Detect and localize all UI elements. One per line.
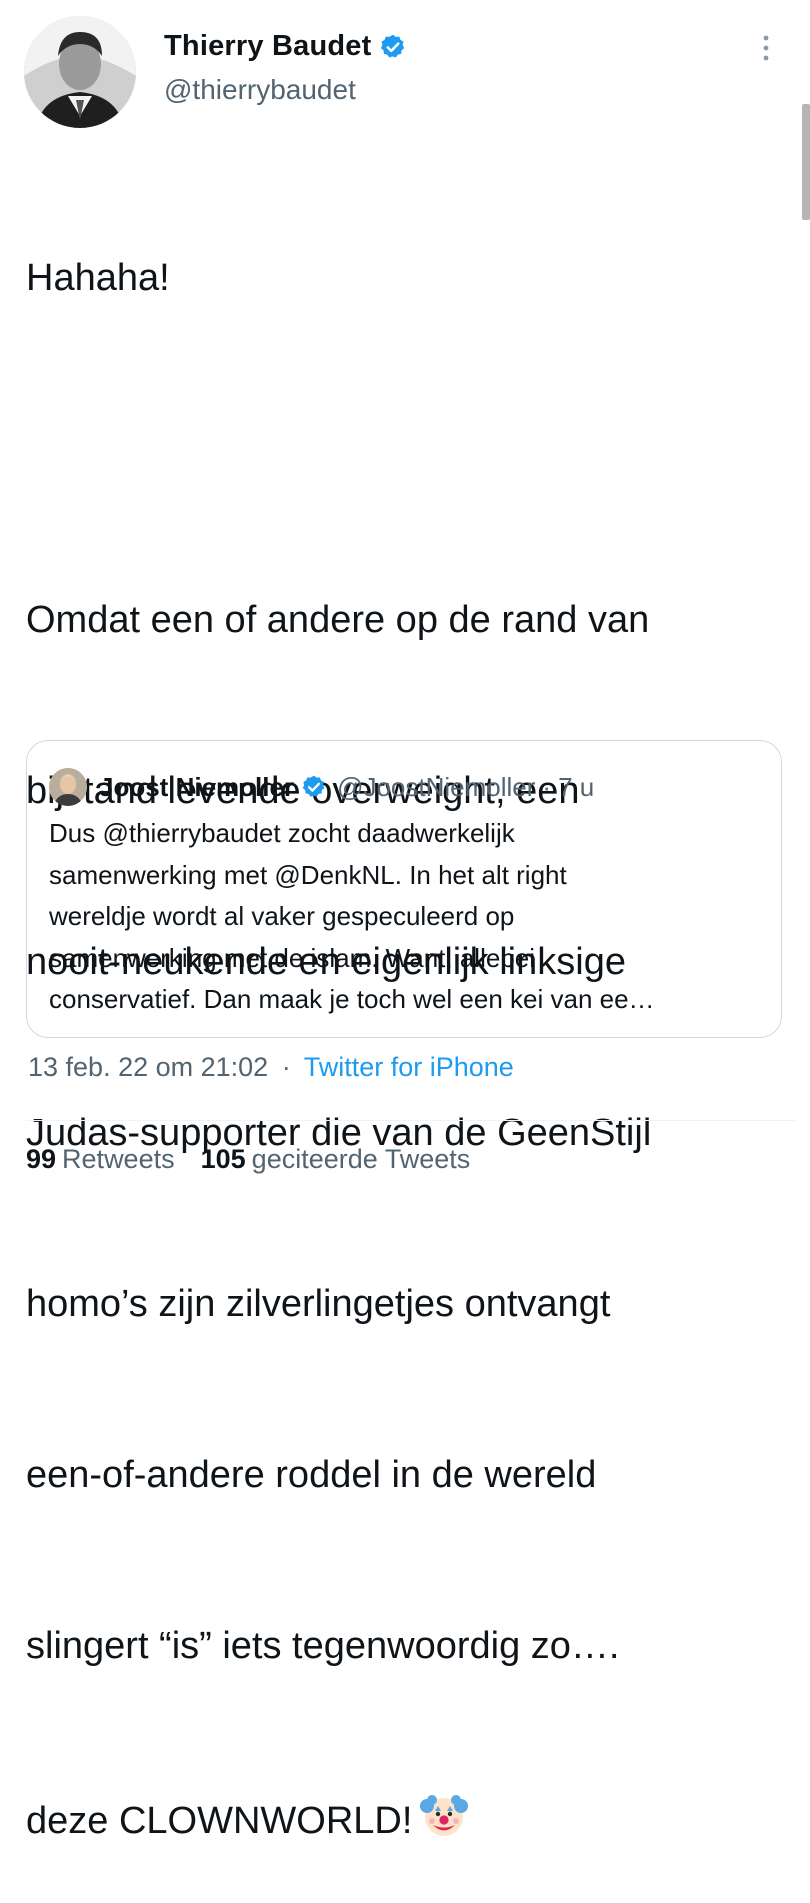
quoted-text-line: conservatief. Dan maak je toch wel een k… xyxy=(49,984,655,1014)
quoted-text-line: Dus @thierrybaudet zocht daadwerkelijk xyxy=(49,818,515,848)
quoted-author-name[interactable]: Joost Niemoller xyxy=(99,772,294,803)
quoted-tweet-time[interactable]: 7 u xyxy=(558,772,594,803)
quote-tweets-count: 105 xyxy=(200,1144,246,1174)
quoted-text-line: samenwerking met @DenkNL. In het alt rig… xyxy=(49,859,567,890)
tweet-text-line: Hahaha! xyxy=(26,257,170,299)
tweet-text-line xyxy=(26,421,796,478)
quote-tweets-label: geciteerde Tweets xyxy=(251,1144,471,1174)
separator-dot: · xyxy=(281,1052,291,1082)
tweet-timestamp[interactable]: 13 feb. 22 om 21:02 xyxy=(28,1052,268,1082)
retweets-count: 99 xyxy=(26,1144,57,1174)
quoted-author-avatar[interactable] xyxy=(49,768,87,806)
tweet-text-line: slingert “is” iets tegenwoordig zo…. xyxy=(26,1625,620,1667)
quoted-author-handle[interactable]: @JoostNiemoller xyxy=(337,772,535,803)
author-avatar[interactable] xyxy=(24,16,136,128)
quoted-tweet-text: Dus @thierrybaudet zocht daadwerkelijk s… xyxy=(49,813,769,1021)
tweet-header: Thierry Baudet @thierrybaudet xyxy=(24,16,794,128)
verified-badge-icon xyxy=(381,34,405,57)
tweet-text-line: een-of-andere roddel in de wereld xyxy=(26,1454,597,1496)
quoted-text-line: wereldje wordt al vaker gespeculeerd op xyxy=(49,901,515,931)
avatar-photo-icon xyxy=(24,16,136,128)
tweet-source-link[interactable]: Twitter for iPhone xyxy=(304,1052,514,1082)
author-name-row: Thierry Baudet xyxy=(164,30,407,63)
tweet-text-line: Omdat een of andere op de rand van xyxy=(26,599,650,641)
scrollbar[interactable] xyxy=(802,104,810,220)
tweet-meta: 13 feb. 22 om 21:02 · Twitter for iPhone xyxy=(28,1052,514,1083)
author-handle[interactable]: @thierrybaudet xyxy=(164,74,356,106)
separator-dot: · xyxy=(542,771,552,802)
tweet-text-line: homo’s zijn zilverlingetjes ontvangt xyxy=(26,1283,611,1325)
verified-badge-icon xyxy=(302,775,325,797)
quoted-tweet-header: Joost Niemoller @JoostNiemoller · 7 u xyxy=(49,767,594,807)
tweet-stats: 99 Retweets 105 geciteerde Tweets xyxy=(26,1144,470,1175)
quote-tweets-stat[interactable]: 105 geciteerde Tweets xyxy=(201,1144,471,1174)
quoted-tweet[interactable]: Joost Niemoller @JoostNiemoller · 7 u Du… xyxy=(26,740,782,1038)
tweet-text-last-line: deze CLOWNWORLD! xyxy=(26,1789,796,1846)
avatar-photo-icon xyxy=(49,768,87,806)
retweets-label: Retweets xyxy=(62,1144,175,1174)
clown-face-icon xyxy=(420,1795,469,1836)
quoted-text-line: samenwerking met de islam. Want, allebei xyxy=(49,942,536,973)
more-options-icon[interactable] xyxy=(754,30,778,66)
tweet-text-line: deze CLOWNWORLD! xyxy=(26,1800,413,1842)
author-name[interactable]: Thierry Baudet xyxy=(164,30,371,63)
divider xyxy=(26,1120,796,1121)
retweets-stat[interactable]: 99 Retweets xyxy=(26,1144,175,1174)
